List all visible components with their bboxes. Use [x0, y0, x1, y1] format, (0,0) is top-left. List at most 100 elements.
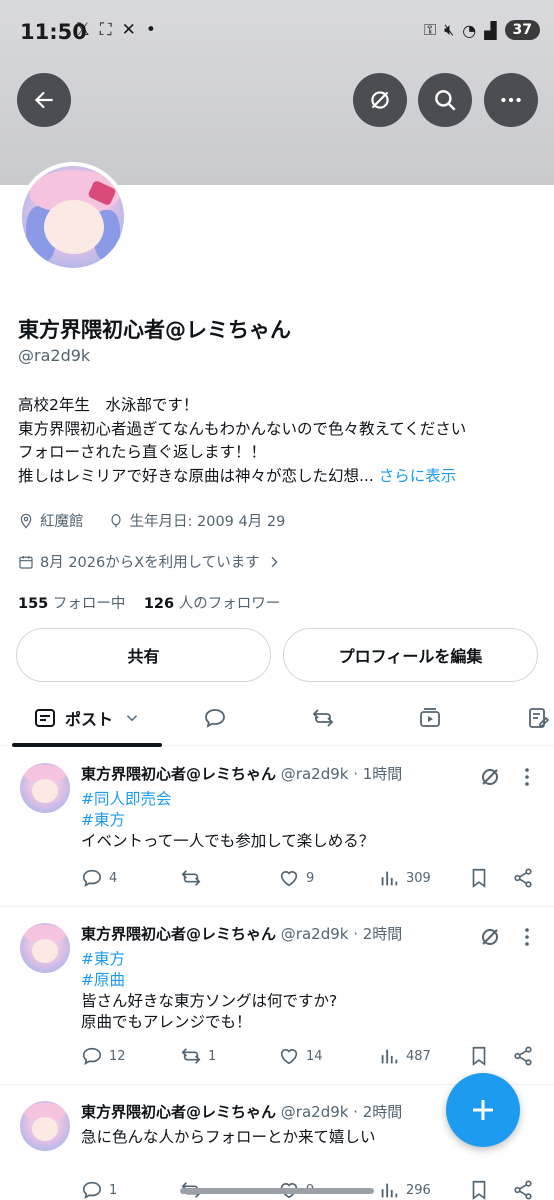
bio-line: 高校2年生 水泳部です！: [18, 396, 199, 414]
status-system-icons: ⚿ 🔇︎ ◔ ▟ 37: [424, 20, 540, 40]
more-options-button[interactable]: [484, 73, 538, 127]
like-button[interactable]: 9: [278, 867, 314, 889]
post-header: 東方界隈初心者@レミちゃん @ra2d9k · 1時間: [81, 763, 402, 784]
tab-reposts[interactable]: [298, 690, 348, 746]
share-icon: [514, 1046, 532, 1066]
tab-articles[interactable]: [515, 690, 554, 746]
posts-icon: [34, 709, 55, 727]
tab-posts[interactable]: ポスト: [12, 690, 162, 746]
post-body: #東方 #原曲 皆さん好きな東方ソングは何ですか? 原曲でもアレンジでも！: [81, 949, 337, 1033]
post-avatar[interactable]: [20, 1101, 70, 1151]
post-item[interactable]: 東方界隈初心者@レミちゃん @ra2d9k · 2時間 #東方 #原曲 皆さん好…: [0, 907, 554, 1085]
bookmark-button[interactable]: [468, 867, 490, 889]
search-button[interactable]: [418, 73, 472, 127]
reply-count: 1: [109, 1182, 118, 1198]
chevron-down-icon: [126, 715, 138, 722]
following-link[interactable]: 155 フォロー中: [18, 596, 125, 612]
key-icon: ⚿: [423, 20, 437, 39]
post-body: #同人即売会 #東方 イベントって一人でも参加して楽しめる？: [81, 789, 374, 852]
reply-icon: [205, 709, 225, 728]
dot-icon: •: [145, 20, 156, 40]
following-label: フォロー中: [52, 596, 126, 612]
profile-joined-row[interactable]: 8月 2026からXを利用しています: [18, 551, 282, 572]
repost-button[interactable]: [180, 867, 208, 889]
video-icon: [420, 708, 440, 727]
bio-line: 推しはレミリアで好きな原曲は神々が恋した幻想... さらに表示: [18, 465, 466, 489]
bookmark-button[interactable]: [468, 1179, 490, 1200]
more-vertical-icon[interactable]: [520, 925, 534, 949]
tab-replies[interactable]: [190, 690, 240, 746]
more-horizontal-icon: [501, 97, 521, 103]
bookmark-icon: [472, 1180, 486, 1200]
post-author-name: 東方界隈初心者@レミちゃん: [81, 765, 277, 783]
profile-bio: 高校2年生 水泳部です！ 東方界隈初心者過ぎてなんもわかんないので色々教えてくだ…: [18, 394, 466, 488]
post-avatar[interactable]: [20, 923, 70, 973]
repost-count: 1: [208, 1048, 217, 1064]
status-notification-icons: 𝕏 ⛶ ✕ •: [76, 20, 156, 40]
post-header: 東方界隈初心者@レミちゃん @ra2d9k · 2時間: [81, 1101, 402, 1122]
hashtag-link[interactable]: #原曲: [81, 970, 337, 991]
profile-avatar[interactable]: [18, 162, 128, 272]
grok-icon[interactable]: [478, 765, 502, 789]
mute-icon: ✕: [121, 20, 136, 40]
grok-button[interactable]: [353, 73, 407, 127]
following-count: 155: [18, 596, 49, 612]
views-icon: [381, 1049, 398, 1064]
followers-label: 人のフォロワー: [178, 596, 281, 612]
reply-button[interactable]: 4: [81, 867, 117, 889]
back-button[interactable]: [17, 73, 71, 127]
battery-indicator: 37: [504, 20, 540, 40]
like-count: 14: [306, 1048, 323, 1064]
views-button[interactable]: 309: [378, 867, 431, 889]
post-text: 急に色んな人からフォローとか来て嬉しい: [81, 1128, 376, 1146]
plus-icon: [473, 1100, 493, 1120]
show-more-link[interactable]: さらに表示: [379, 467, 457, 485]
like-count: 9: [306, 870, 315, 886]
repost-icon: [181, 1048, 201, 1064]
post-text: 原曲でもアレンジでも！: [81, 1013, 252, 1031]
compose-button[interactable]: [446, 1073, 520, 1147]
views-button[interactable]: 296: [378, 1179, 431, 1200]
post-text: 皆さん好きな東方ソングは何ですか?: [81, 992, 338, 1010]
bookmark-icon: [472, 1046, 486, 1066]
share-icon: [514, 1180, 532, 1200]
repost-button[interactable]: 1: [180, 1045, 216, 1067]
share-icon: [514, 868, 532, 888]
hashtag-link[interactable]: #同人即売会: [81, 789, 374, 810]
tab-media[interactable]: [405, 690, 455, 746]
grok-icon: [371, 91, 389, 109]
followers-link[interactable]: 126 人のフォロワー: [144, 596, 280, 612]
views-icon: [381, 871, 398, 886]
reply-button[interactable]: 12: [81, 1045, 126, 1067]
repost-icon: [181, 870, 201, 886]
grok-icon[interactable]: [478, 925, 502, 949]
share-post-button[interactable]: [512, 867, 534, 889]
hashtag-link[interactable]: #東方: [81, 810, 374, 831]
like-button[interactable]: 14: [278, 1045, 323, 1067]
more-vertical-icon[interactable]: [520, 765, 534, 789]
bio-line: フォローされたら直ぐ返します！！: [18, 443, 267, 461]
calendar-icon: [19, 555, 33, 569]
hashtag-link[interactable]: #東方: [81, 949, 337, 970]
post-author-name: 東方界隈初心者@レミちゃん: [81, 1103, 277, 1121]
chevron-right-icon: [271, 556, 278, 567]
reply-icon: [82, 1047, 102, 1065]
post-meta: @ra2d9k · 2時間: [280, 925, 403, 943]
edit-profile-button[interactable]: プロフィールを編集: [283, 628, 538, 682]
reply-count: 4: [109, 870, 118, 886]
bio-line: 東方界隈初心者過ぎてなんもわかんないので色々教えてください: [18, 419, 467, 438]
profile-name: 東方界隈初心者@レミちゃん: [18, 318, 291, 342]
profile-tabs: ポスト: [0, 690, 554, 746]
post-avatar[interactable]: [20, 763, 70, 813]
home-indicator[interactable]: [180, 1188, 374, 1194]
view-count: 296: [406, 1182, 431, 1198]
post-item[interactable]: 東方界隈初心者@レミちゃん @ra2d9k · 1時間 #同人即売会 #東方 イ…: [0, 747, 554, 907]
share-post-button[interactable]: [512, 1045, 534, 1067]
share-button[interactable]: 共有: [16, 628, 271, 682]
views-button[interactable]: 487: [378, 1045, 431, 1067]
reply-button[interactable]: 1: [81, 1179, 117, 1200]
share-post-button[interactable]: [512, 1179, 534, 1200]
volume-off-icon: 🔇︎: [444, 20, 455, 39]
bookmark-button[interactable]: [468, 1045, 490, 1067]
tab-posts-label: ポスト: [64, 710, 113, 729]
